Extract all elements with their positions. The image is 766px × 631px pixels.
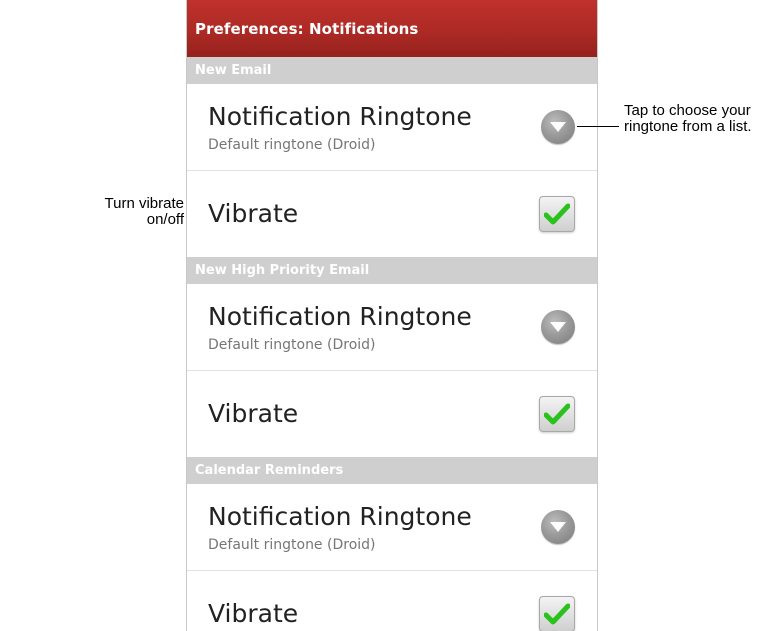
ringtone-title: Notification Ringtone: [208, 101, 472, 131]
ringtone-dropdown-button[interactable]: [541, 310, 575, 344]
vibrate-checkbox[interactable]: [539, 596, 575, 631]
ringtone-subtitle: Default ringtone (Droid): [208, 336, 376, 353]
vibrate-row-calendar[interactable]: Vibrate: [187, 571, 597, 631]
stage: Turn vibrate on/off Preferences: Notific…: [0, 0, 766, 631]
ringtone-subtitle: Default ringtone (Droid): [208, 536, 376, 553]
chevron-down-icon: [550, 322, 566, 332]
ringtone-title: Notification Ringtone: [208, 501, 472, 531]
vibrate-row-new-email[interactable]: Vibrate: [187, 171, 597, 257]
phone-screen: Preferences: Notifications New Email Not…: [186, 0, 598, 631]
ringtone-row-calendar[interactable]: Notification Ringtone Default ringtone (…: [187, 484, 597, 571]
section-header-high-priority: New High Priority Email: [187, 257, 597, 284]
title-bar: Preferences: Notifications: [187, 0, 597, 57]
section-header-label: New Email: [195, 63, 272, 78]
section-header-new-email: New Email: [187, 57, 597, 84]
callout-leader-line: [577, 126, 619, 127]
ringtone-title: Notification Ringtone: [208, 301, 472, 331]
vibrate-callout: Turn vibrate on/off: [104, 195, 184, 228]
ringtone-dropdown-button[interactable]: [541, 110, 575, 144]
ringtone-row-new-email[interactable]: Notification Ringtone Default ringtone (…: [187, 84, 597, 171]
ringtone-subtitle: Default ringtone (Droid): [208, 136, 376, 153]
checkmark-icon: [544, 403, 570, 425]
section-header-calendar: Calendar Reminders: [187, 457, 597, 484]
ringtone-callout: Tap to choose your ringtone from a list.: [624, 102, 752, 135]
ringtone-dropdown-button[interactable]: [541, 510, 575, 544]
chevron-down-icon: [550, 122, 566, 132]
vibrate-checkbox[interactable]: [539, 196, 575, 232]
section-header-label: New High Priority Email: [195, 263, 370, 278]
section-header-label: Calendar Reminders: [195, 463, 344, 478]
vibrate-checkbox[interactable]: [539, 396, 575, 432]
vibrate-row-high-priority[interactable]: Vibrate: [187, 371, 597, 457]
chevron-down-icon: [550, 522, 566, 532]
checkmark-icon: [544, 603, 570, 625]
ringtone-row-high-priority[interactable]: Notification Ringtone Default ringtone (…: [187, 284, 597, 371]
checkmark-icon: [544, 203, 570, 225]
page-title: Preferences: Notifications: [195, 19, 419, 38]
